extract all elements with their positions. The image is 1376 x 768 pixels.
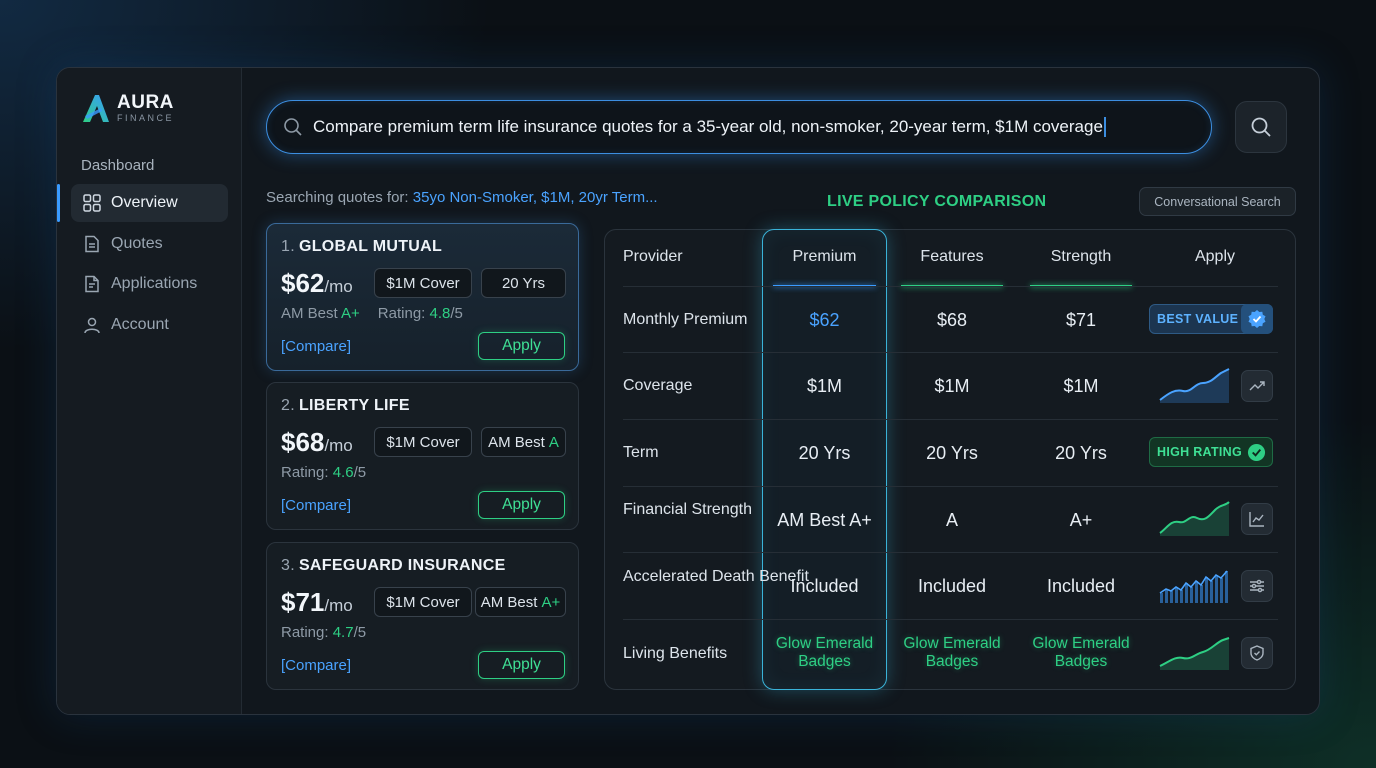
- row-label: Coverage: [623, 377, 693, 394]
- row-divider: [623, 552, 1278, 553]
- row-divider: [623, 419, 1278, 420]
- coverage-chip: $1M Cover: [374, 427, 472, 457]
- term-chip: 20 Yrs: [481, 268, 566, 298]
- row-label: Living Benefits: [623, 645, 728, 662]
- cell-strength: 20 Yrs: [1055, 443, 1107, 463]
- coverage-sparkline: [1159, 368, 1230, 403]
- sliders-icon[interactable]: [1241, 570, 1273, 602]
- quote-meta: AM Best A+ Rating: 4.8/5: [281, 305, 463, 322]
- compare-link[interactable]: [Compare]: [281, 657, 351, 674]
- cell-premium: AM Best A+: [777, 510, 872, 530]
- cell-features: $68: [936, 310, 968, 330]
- cell-features: Included: [917, 576, 987, 596]
- sidebar: AURA FINANCE Dashboard Overview Quotes A…: [57, 68, 242, 714]
- verified-badge-icon: [1241, 304, 1273, 334]
- searching-summary: Searching quotes for: 35yo Non-Smoker, $…: [266, 189, 658, 206]
- sidebar-item-label: Overview: [111, 194, 178, 211]
- sidebar-item-applications[interactable]: Applications: [71, 265, 228, 303]
- cell-premium: Included: [790, 576, 859, 596]
- provider-name: 1. GLOBAL MUTUAL: [281, 238, 443, 255]
- cell-features: 20 Yrs: [926, 443, 978, 463]
- grid-icon: [83, 194, 101, 212]
- header-strength[interactable]: Strength: [1030, 248, 1132, 266]
- apply-button[interactable]: Apply: [478, 651, 565, 679]
- sidebar-item-label: Quotes: [111, 234, 163, 252]
- sidebar-item-quotes[interactable]: Quotes: [71, 225, 228, 263]
- cell-strength: A+: [1069, 510, 1093, 530]
- sidebar-item-label: Applications: [111, 275, 198, 292]
- brand-sub: FINANCE: [117, 113, 175, 123]
- comparison-table: Provider Premium Features Strength Apply…: [604, 229, 1296, 690]
- row-divider: [623, 352, 1278, 353]
- line-chart-icon[interactable]: [1241, 503, 1273, 535]
- row-divider: [623, 286, 1278, 287]
- coverage-chip: $1M Cover: [374, 268, 472, 298]
- header-premium[interactable]: Premium: [762, 248, 887, 266]
- cell-premium: $1M: [806, 376, 842, 396]
- quote-meta: Rating: 4.6/5: [281, 464, 367, 481]
- search-button[interactable]: [1235, 101, 1287, 153]
- search-terms: 35yo Non-Smoker, $1M, 20yr Term...: [412, 189, 658, 206]
- cell-features: $1M: [934, 376, 970, 396]
- sidebar-nav: Overview Quotes Applications Account: [57, 184, 242, 346]
- header-features[interactable]: Features: [901, 248, 1003, 266]
- search-icon: [284, 118, 302, 136]
- file-icon: [83, 275, 101, 293]
- row-label: Monthly Premium: [623, 311, 748, 328]
- brand-name: AURA: [117, 92, 174, 113]
- cell-strength: Glow Emerald Badges: [1032, 635, 1130, 670]
- am-best-chip: AM Best A: [481, 427, 566, 457]
- sidebar-item-overview[interactable]: Overview: [57, 184, 228, 222]
- provider-name: 2. LIBERTY LIFE: [281, 397, 410, 414]
- cell-premium: 20 Yrs: [798, 443, 851, 463]
- cell-premium: $62: [809, 310, 840, 330]
- high-rating-badge: HIGH RATING: [1149, 437, 1273, 467]
- compare-link[interactable]: [Compare]: [281, 338, 351, 355]
- row-divider: [623, 619, 1278, 620]
- search-query: Compare premium term life insurance quot…: [313, 117, 1106, 138]
- sidebar-item-label: Account: [111, 315, 169, 333]
- coverage-chip: $1M Cover: [374, 587, 472, 617]
- quote-card[interactable]: 1. GLOBAL MUTUAL $62/mo $1M Cover 20 Yrs …: [266, 223, 579, 371]
- quote-price: $62/mo: [281, 268, 353, 298]
- quote-meta: Rating: 4.7/5: [281, 624, 367, 641]
- nav-heading[interactable]: Dashboard: [81, 157, 154, 174]
- search-icon: [1251, 117, 1271, 137]
- row-label: Financial Strength: [623, 501, 752, 518]
- sidebar-item-account[interactable]: Account: [71, 306, 228, 344]
- living-benefits-sparkline: [1159, 637, 1230, 670]
- document-icon: [83, 235, 101, 253]
- cell-strength: Included: [1046, 576, 1116, 596]
- brand-logo: AURA FINANCE: [81, 92, 174, 124]
- benefit-bars-sparkline: [1159, 570, 1228, 603]
- conversational-search-button[interactable]: Conversational Search: [1139, 187, 1296, 216]
- shield-icon[interactable]: [1241, 637, 1273, 669]
- header-apply: Apply: [1194, 248, 1236, 265]
- quote-price: $71/mo: [281, 587, 353, 617]
- cell-features: Glow Emerald Badges: [903, 635, 1001, 670]
- apply-button[interactable]: Apply: [478, 491, 565, 519]
- compare-link[interactable]: [Compare]: [281, 497, 351, 514]
- provider-name: 3. SAFEGUARD INSURANCE: [281, 557, 506, 574]
- cell-strength: $1M: [1063, 376, 1099, 396]
- trend-up-icon[interactable]: [1241, 370, 1273, 402]
- check-circle-icon: [1247, 443, 1266, 462]
- row-divider: [623, 486, 1278, 487]
- cell-premium: Glow Emerald Badges: [775, 635, 874, 670]
- header-provider: Provider: [623, 248, 683, 265]
- cell-strength: $71: [1065, 310, 1097, 330]
- search-input[interactable]: Compare premium term life insurance quot…: [266, 100, 1212, 154]
- quote-card[interactable]: 3. SAFEGUARD INSURANCE $71/mo $1M Cover A…: [266, 542, 579, 690]
- section-title: LIVE POLICY COMPARISON: [827, 193, 1047, 210]
- quote-card[interactable]: 2. LIBERTY LIFE $68/mo $1M Cover AM Best …: [266, 382, 579, 530]
- user-icon: [83, 316, 101, 334]
- apply-button[interactable]: Apply: [478, 332, 565, 360]
- row-label: Term: [623, 444, 659, 461]
- strength-sparkline: [1159, 501, 1230, 536]
- app-window: AURA FINANCE Dashboard Overview Quotes A…: [56, 67, 1320, 715]
- cell-features: A: [945, 510, 958, 530]
- aura-logo-icon: [83, 95, 109, 122]
- am-best-chip: AM Best A+: [475, 587, 566, 617]
- quote-price: $68/mo: [281, 427, 353, 457]
